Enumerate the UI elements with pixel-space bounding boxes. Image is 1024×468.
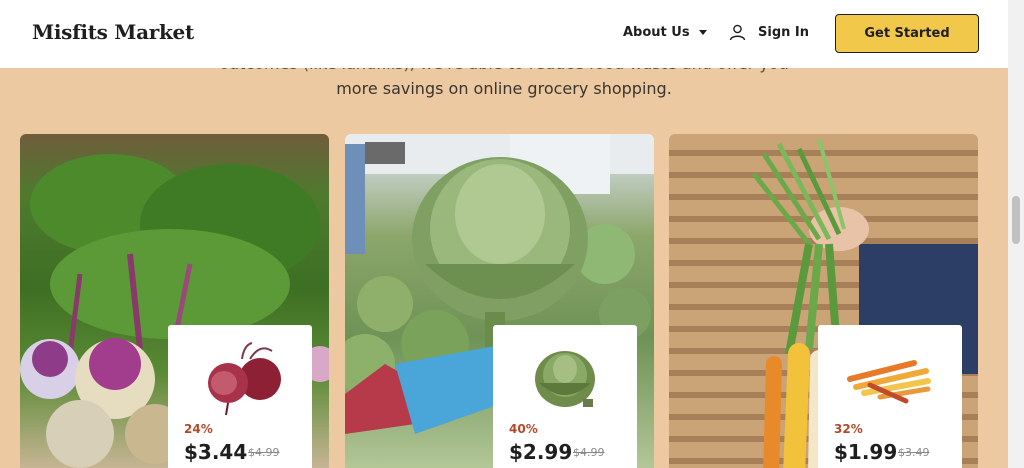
scrollbar-thumb[interactable] xyxy=(1012,196,1020,244)
artichoke-icon xyxy=(535,351,595,407)
chevron-down-icon xyxy=(698,30,707,35)
original-price: $3.49 xyxy=(898,446,930,459)
carrots-icon xyxy=(847,360,931,404)
sale-price: $3.44 xyxy=(184,440,248,464)
discount-percent: 40% xyxy=(509,422,538,436)
original-price: $4.99 xyxy=(573,446,605,459)
page-scrollbar[interactable] xyxy=(1008,0,1024,468)
site-header: Misfits Market About Us Sign In Get Star… xyxy=(0,0,1008,68)
get-started-button[interactable]: Get Started xyxy=(835,14,979,53)
discount-percent: 32% xyxy=(834,422,863,436)
sign-in-link[interactable]: Sign In xyxy=(729,24,809,41)
user-icon xyxy=(729,24,746,41)
price-box-beets: 24% $3.44 $4.99 xyxy=(168,325,312,468)
about-us-label: About Us xyxy=(623,25,690,40)
price-box-artichoke: 40% $2.99 $4.99 xyxy=(493,325,637,468)
price-box-carrots: 32% $1.99 $3.49 xyxy=(818,325,962,468)
sign-in-label: Sign In xyxy=(758,25,809,40)
sale-price: $1.99 xyxy=(834,440,898,464)
discount-percent: 24% xyxy=(184,422,213,436)
sale-price: $2.99 xyxy=(509,440,573,464)
about-us-menu[interactable]: About Us xyxy=(623,25,707,40)
original-price: $4.99 xyxy=(248,446,280,459)
intro-text-line-2: more savings on online grocery shopping. xyxy=(336,79,672,98)
logo[interactable]: Misfits Market xyxy=(32,20,194,44)
beets-icon xyxy=(208,342,281,416)
